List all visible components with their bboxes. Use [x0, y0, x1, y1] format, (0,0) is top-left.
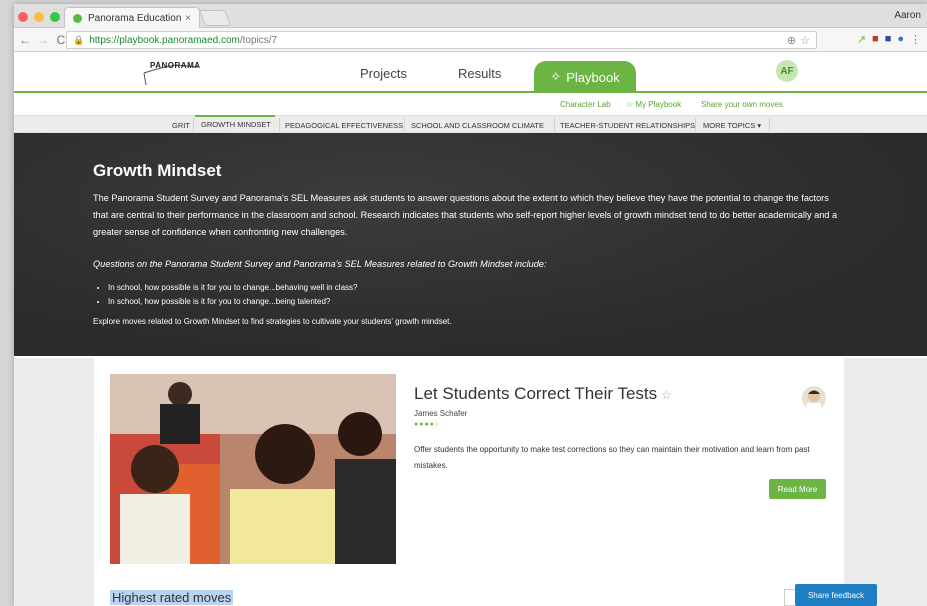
topic-hero: Growth Mindset The Panorama Student Surv…: [14, 133, 927, 356]
move-photo[interactable]: [110, 374, 396, 564]
author-avatar[interactable]: [802, 386, 826, 410]
lock-icon: 🔒: [73, 34, 85, 45]
explore-text: Explore moves related to Growth Mindset …: [93, 317, 452, 326]
nav-playbook[interactable]: ✧ Playbook: [534, 61, 636, 93]
favicon-icon: [73, 13, 82, 23]
bookmark-star-icon[interactable]: ☆: [800, 34, 810, 47]
topic-more[interactable]: MORE TOPICS ▾: [703, 121, 761, 130]
extension-calendar-icon[interactable]: ■: [885, 33, 892, 46]
maximize-window-button[interactable]: [50, 12, 60, 22]
nav-projects[interactable]: Projects: [360, 66, 407, 81]
move-title-text: Let Students Correct Their Tests: [414, 384, 658, 403]
new-tab-button[interactable]: [199, 10, 231, 26]
zoom-icon[interactable]: ⊕: [787, 34, 796, 47]
tab-title: Panorama Education: [88, 12, 182, 24]
url-host: https://playbook.panoramaed.com: [89, 34, 240, 46]
site-header: PANORAMA Projects Results ✧ Playbook AF: [14, 52, 927, 93]
browser-tab[interactable]: Panorama Education ×: [64, 7, 200, 28]
more-topics-label: MORE TOPICS: [703, 121, 756, 130]
extensions-bar: ↗ ■ ■ ● ⋮: [857, 33, 921, 46]
favorite-star-icon[interactable]: ☆: [661, 388, 672, 402]
menu-kebab-icon[interactable]: ⋮: [910, 33, 921, 46]
url-field[interactable]: 🔒 https://playbook.panoramaed.com /topic…: [66, 31, 817, 49]
sub-navigation: Character Lab ☆ My Playbook Share your o…: [14, 93, 927, 115]
caret-down-icon: ▾: [757, 121, 762, 130]
star-icon: ☆: [626, 100, 636, 109]
moves-section: Let Students Correct Their Tests ☆ James …: [14, 358, 927, 606]
minimize-window-button[interactable]: [34, 12, 44, 22]
nav-results[interactable]: Results: [458, 66, 501, 81]
forward-icon[interactable]: →: [36, 33, 50, 47]
highest-rated-heading: Highest rated moves: [110, 590, 234, 605]
tab-strip: Panorama Education × Aaron: [14, 4, 927, 28]
extension-circle-icon[interactable]: ●: [897, 33, 904, 46]
my-playbook-link[interactable]: ☆ My Playbook: [626, 100, 681, 109]
close-window-button[interactable]: [18, 12, 28, 22]
topic-description: The Panorama Student Survey and Panorama…: [93, 193, 838, 237]
topic-teacher-student-relationships[interactable]: TEACHER-STUDENT RELATIONSHIPS: [560, 121, 695, 130]
move-summary: Offer students the opportunity to make t…: [414, 445, 810, 470]
character-lab-link[interactable]: Character Lab: [560, 100, 611, 109]
nav-playbook-label: Playbook: [566, 69, 620, 85]
sparkle-icon: ✧: [550, 69, 562, 84]
profile-name[interactable]: Aaron: [894, 10, 921, 21]
topic-growth-mindset[interactable]: GROWTH MINDSET: [195, 115, 275, 129]
logo-text: PANORAMA: [150, 61, 201, 70]
list-item: In school, how possible is it for you to…: [108, 295, 357, 309]
featured-move-card: Let Students Correct Their Tests ☆ James …: [94, 358, 844, 606]
panorama-logo[interactable]: PANORAMA: [142, 59, 204, 87]
page-title: Growth Mindset: [93, 161, 222, 180]
move-author[interactable]: James Schafer: [414, 409, 467, 418]
questions-intro: Questions on the Panorama Student Survey…: [93, 259, 547, 269]
move-title[interactable]: Let Students Correct Their Tests ☆: [414, 384, 672, 404]
extension-arrow-icon[interactable]: ↗: [857, 33, 866, 46]
share-moves-link[interactable]: Share your own moves: [701, 100, 783, 109]
share-feedback-button[interactable]: Share feedback: [795, 584, 877, 606]
list-item: In school, how possible is it for you to…: [108, 281, 357, 295]
extension-gift-icon[interactable]: ■: [872, 33, 879, 46]
back-icon[interactable]: ←: [18, 33, 32, 47]
browser-window: Panorama Education × Aaron ← → C 🔒 https…: [14, 4, 927, 606]
topic-grit[interactable]: GRIT: [172, 121, 190, 130]
rating-apples-icon: ●●●●○: [414, 421, 441, 428]
topics-bar: GRIT GROWTH MINDSET PEDAGOGICAL EFFECTIV…: [14, 115, 927, 133]
topic-pedagogical-effectiveness[interactable]: PEDAGOGICAL EFFECTIVENESS: [285, 121, 403, 130]
close-tab-icon[interactable]: ×: [185, 13, 191, 24]
read-more-button[interactable]: Read More: [769, 479, 826, 499]
topic-school-climate[interactable]: SCHOOL AND CLASSROOM CLIMATE: [411, 121, 544, 130]
window-controls: [18, 12, 60, 22]
user-avatar[interactable]: AF: [776, 60, 798, 82]
questions-list: In school, how possible is it for you to…: [108, 281, 357, 309]
my-playbook-label: My Playbook: [635, 100, 682, 109]
url-path: /topics/7: [239, 34, 278, 46]
address-bar: ← → C 🔒 https://playbook.panoramaed.com …: [14, 28, 927, 52]
